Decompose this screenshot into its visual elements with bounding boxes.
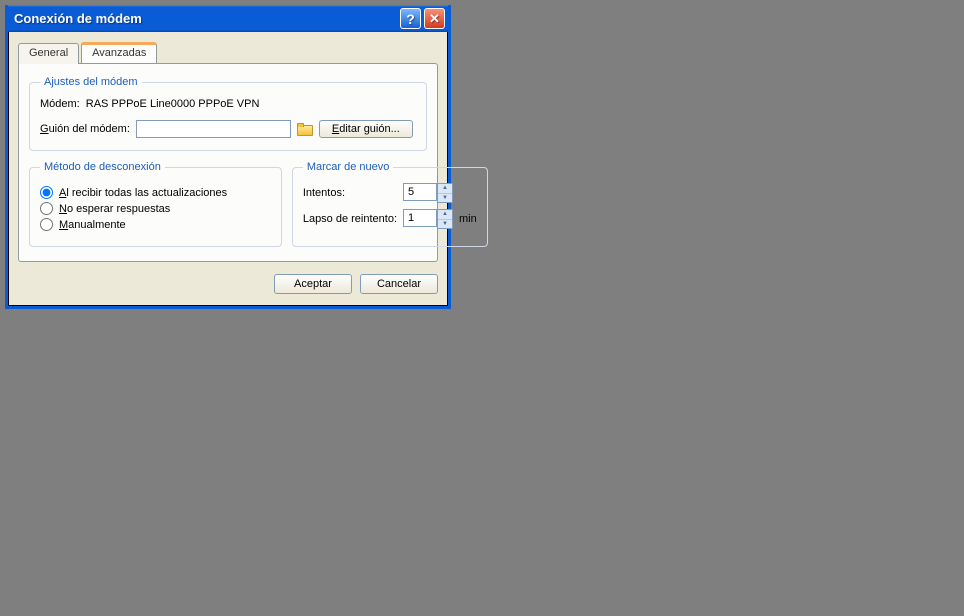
radio-all-updates-label: Al recibir todas las actualizaciones — [59, 187, 227, 199]
ok-button[interactable]: Aceptar — [274, 274, 352, 294]
interval-spin-buttons[interactable]: ▲ ▼ — [437, 209, 453, 229]
attempts-spinner[interactable]: ▲ ▼ — [403, 183, 453, 203]
interval-label: Lapso de reintento: — [303, 213, 397, 225]
tab-panel-advanced: Ajustes del módem Módem: RAS PPPoE Line0… — [18, 63, 438, 262]
help-button[interactable]: ? — [400, 8, 421, 29]
script-label: Guión del módem: — [40, 123, 130, 135]
attempts-label: Intentos: — [303, 187, 397, 199]
help-icon: ? — [406, 11, 415, 27]
radio-row-manual[interactable]: Manualmente — [40, 218, 271, 231]
spin-up-icon[interactable]: ▲ — [438, 184, 452, 194]
modem-connection-dialog: Conexión de módem ? ✕ General Avanzadas … — [5, 5, 451, 309]
attempts-spin-buttons[interactable]: ▲ ▼ — [437, 183, 453, 203]
tab-advanced[interactable]: Avanzadas — [81, 42, 157, 63]
radio-no-wait[interactable] — [40, 202, 53, 215]
dialog-buttons: Aceptar Cancelar — [18, 274, 438, 294]
disconnect-method-group: Método de desconexión Al recibir todas l… — [29, 161, 282, 247]
spin-up-icon[interactable]: ▲ — [438, 210, 452, 220]
interval-unit: min — [459, 213, 477, 225]
radio-manual[interactable] — [40, 218, 53, 231]
spin-down-icon[interactable]: ▼ — [438, 194, 452, 203]
script-input[interactable] — [136, 120, 291, 138]
modem-value: RAS PPPoE Line0000 PPPoE VPN — [86, 98, 260, 110]
redial-legend: Marcar de nuevo — [303, 161, 394, 173]
interval-input[interactable] — [403, 209, 437, 227]
tabstrip: General Avanzadas — [18, 42, 438, 63]
window-title: Conexión de módem — [14, 11, 142, 26]
client-area: General Avanzadas Ajustes del módem Móde… — [8, 32, 448, 306]
radio-manual-label: Manualmente — [59, 219, 126, 231]
modem-settings-group: Ajustes del módem Módem: RAS PPPoE Line0… — [29, 76, 427, 151]
radio-row-all-updates[interactable]: Al recibir todas las actualizaciones — [40, 186, 271, 199]
titlebar[interactable]: Conexión de módem ? ✕ — [8, 5, 448, 32]
modem-label: Módem: — [40, 98, 80, 110]
radio-all-updates[interactable] — [40, 186, 53, 199]
disconnect-legend: Método de desconexión — [40, 161, 165, 173]
edit-script-button[interactable]: Editar guión... — [319, 120, 413, 138]
cancel-button[interactable]: Cancelar — [360, 274, 438, 294]
redial-group: Marcar de nuevo Intentos: ▲ ▼ x Lapso de… — [292, 161, 488, 247]
spin-down-icon[interactable]: ▼ — [438, 220, 452, 229]
radio-row-no-wait[interactable]: No esperar respuestas — [40, 202, 271, 215]
close-icon: ✕ — [429, 11, 440, 27]
tab-general[interactable]: General — [18, 43, 79, 64]
radio-no-wait-label: No esperar respuestas — [59, 203, 170, 215]
browse-folder-icon[interactable] — [297, 123, 313, 136]
close-button[interactable]: ✕ — [424, 8, 445, 29]
modem-settings-legend: Ajustes del módem — [40, 76, 142, 88]
attempts-input[interactable] — [403, 183, 437, 201]
interval-spinner[interactable]: ▲ ▼ — [403, 209, 453, 229]
